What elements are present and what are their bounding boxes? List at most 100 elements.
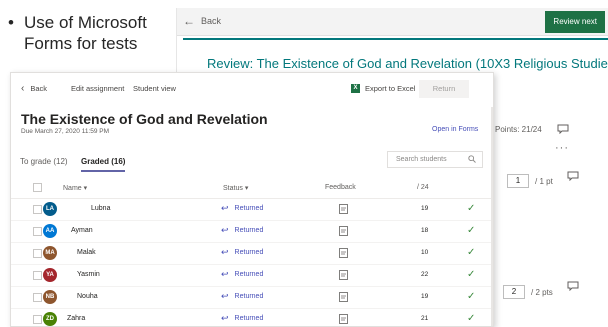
table-row[interactable]: YA Yasmin ↩ Returned 22 ✓ — [11, 265, 493, 287]
chevron-left-icon: ‹ — [21, 82, 25, 94]
assignment-back-button[interactable]: ‹ Back — [21, 82, 47, 94]
student-name[interactable]: Malak — [77, 249, 96, 256]
vertical-scrollbar[interactable] — [491, 107, 493, 326]
student-name[interactable]: Lubna — [91, 205, 110, 212]
status-text: Returned — [234, 205, 264, 212]
column-points: / 24 — [417, 184, 429, 191]
comment-icon[interactable] — [557, 124, 569, 134]
assignment-title: The Existence of God and Revelation — [21, 111, 268, 127]
checkmark-icon: ✓ — [467, 291, 476, 302]
return-arrow-icon: ↩ — [221, 291, 229, 301]
table-row[interactable]: NB Nouha ↩ Returned 19 ✓ — [11, 287, 493, 309]
table-row[interactable]: MA Malak ↩ Returned 10 ✓ — [11, 243, 493, 265]
student-status: ↩ Returned — [221, 314, 263, 323]
sort-down-icon: ▾ — [83, 185, 88, 192]
column-name-label: Name — [63, 185, 82, 192]
tab-to-grade[interactable]: To grade (12) — [20, 157, 68, 166]
student-score[interactable]: 19 — [421, 205, 428, 212]
assignment-due-date: Due March 27, 2020 11:59 PM — [21, 128, 110, 135]
edit-assignment-button[interactable]: Edit assignment — [71, 84, 124, 93]
search-icon — [468, 155, 476, 163]
student-score[interactable]: 21 — [421, 315, 428, 322]
student-score[interactable]: 19 — [421, 293, 428, 300]
column-feedback: Feedback — [325, 184, 356, 191]
column-status-label: Status — [223, 185, 243, 192]
return-arrow-icon: ↩ — [221, 225, 229, 235]
question-1-comment-icon[interactable] — [567, 171, 579, 181]
student-view-button[interactable]: Student view — [133, 84, 176, 93]
feedback-icon[interactable] — [339, 226, 348, 236]
return-arrow-icon: ↩ — [221, 269, 229, 279]
column-status[interactable]: Status ▾ — [223, 184, 248, 192]
avatar: MA — [43, 246, 57, 260]
bullet-text: Use of Microsoft Forms for tests — [24, 13, 147, 53]
table-row[interactable]: ZD Zahra ↩ Returned 21 ✓ — [11, 309, 493, 326]
checkmark-icon: ✓ — [467, 269, 476, 280]
row-checkbox[interactable] — [33, 249, 42, 258]
return-arrow-icon: ↩ — [221, 247, 229, 257]
row-checkbox[interactable] — [33, 227, 42, 236]
return-button[interactable]: Return — [419, 80, 469, 98]
tab-selected-indicator — [81, 170, 126, 172]
review-top-bar: ← Back Review next — [177, 8, 608, 36]
open-in-forms-link[interactable]: Open in Forms — [432, 126, 478, 133]
return-arrow-icon: ↩ — [221, 203, 229, 213]
sort-down-icon: ▾ — [244, 185, 249, 192]
student-score[interactable]: 10 — [421, 249, 428, 256]
assignment-panel: ‹ Back Edit assignment Student view X Ex… — [10, 72, 494, 327]
avatar: LA — [43, 202, 57, 216]
review-next-button[interactable]: Review next — [545, 11, 605, 33]
search-students-input[interactable]: Search students — [387, 151, 483, 168]
student-status: ↩ Returned — [221, 292, 263, 301]
avatar: AA — [43, 224, 57, 238]
status-text: Returned — [234, 315, 264, 322]
search-placeholder: Search students — [396, 156, 447, 163]
tab-graded[interactable]: Graded (16) — [81, 157, 126, 172]
row-checkbox[interactable] — [33, 293, 42, 302]
review-points: Points: 21/24 — [495, 125, 542, 134]
feedback-icon[interactable] — [339, 292, 348, 302]
feedback-icon[interactable] — [339, 270, 348, 280]
question-1-points-input[interactable]: 1 — [507, 174, 529, 188]
row-checkbox[interactable] — [33, 205, 42, 214]
student-name[interactable]: Zahra — [67, 315, 85, 322]
checkmark-icon: ✓ — [467, 225, 476, 236]
question-2-points-input[interactable]: 2 — [503, 285, 525, 299]
student-name[interactable]: Ayman — [71, 227, 93, 234]
tab-graded-label: Graded (16) — [81, 157, 126, 166]
export-label: Export to Excel — [365, 84, 416, 93]
review-title: Review: The Existence of God and Revelat… — [207, 56, 608, 71]
back-arrow-icon: ← — [183, 14, 195, 28]
more-options-icon[interactable]: ··· — [555, 142, 569, 154]
student-status: ↩ Returned — [221, 226, 263, 235]
select-all-checkbox[interactable] — [33, 183, 42, 192]
checkmark-icon: ✓ — [467, 203, 476, 214]
return-arrow-icon: ↩ — [221, 313, 229, 323]
assignment-toolbar: ‹ Back Edit assignment Student view X Ex… — [11, 73, 493, 107]
table-row[interactable]: AA Ayman ↩ Returned 18 ✓ — [11, 221, 493, 243]
status-text: Returned — [234, 227, 264, 234]
status-text: Returned — [234, 271, 264, 278]
feedback-icon[interactable] — [339, 248, 348, 258]
export-to-excel-button[interactable]: X Export to Excel — [351, 84, 415, 93]
feedback-icon[interactable] — [339, 204, 348, 214]
table-row[interactable]: LA Lubna ↩ Returned 19 ✓ — [11, 199, 493, 221]
bullet-dot: • — [8, 13, 14, 32]
avatar: NB — [43, 290, 57, 304]
avatar: ZD — [43, 312, 57, 326]
avatar: YA — [43, 268, 57, 282]
student-name[interactable]: Nouha — [77, 293, 98, 300]
review-back-button[interactable]: ← Back — [183, 15, 221, 27]
question-2-comment-icon[interactable] — [567, 281, 579, 291]
student-score[interactable]: 18 — [421, 227, 428, 234]
checkmark-icon: ✓ — [467, 247, 476, 258]
feedback-icon[interactable] — [339, 314, 348, 324]
checkmark-icon: ✓ — [467, 313, 476, 324]
row-checkbox[interactable] — [33, 271, 42, 280]
status-text: Returned — [234, 293, 264, 300]
student-score[interactable]: 22 — [421, 271, 428, 278]
student-name[interactable]: Yasmin — [77, 271, 100, 278]
row-checkbox[interactable] — [33, 315, 42, 324]
column-name[interactable]: Name ▾ — [63, 184, 87, 192]
review-back-label: Back — [201, 16, 222, 26]
